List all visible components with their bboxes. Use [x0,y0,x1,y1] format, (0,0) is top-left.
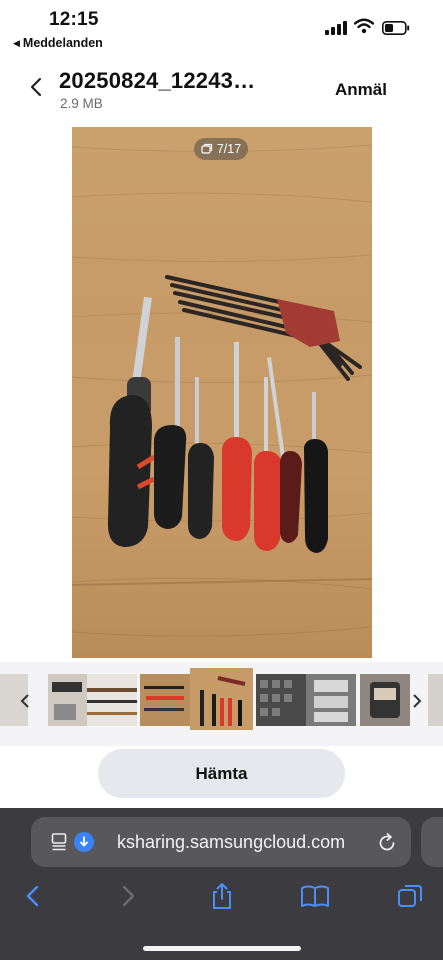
status-time: 12:15 [49,9,99,30]
main-photo[interactable] [72,127,372,658]
browser-back-icon[interactable] [18,881,48,911]
report-button[interactable]: Anmäl [335,80,387,100]
thumbnail-selected[interactable] [190,668,253,730]
browser-forward-icon[interactable] [113,881,143,911]
download-button[interactable]: Hämta [98,749,345,798]
next-tab-peek[interactable] [421,817,443,867]
file-header: 20250824_12243… 2.9 MB Anmäl [0,58,443,124]
download-progress-icon[interactable] [73,831,95,853]
thumbnail[interactable] [87,674,137,726]
back-to-app-link[interactable]: ◀ Meddelanden [13,36,103,50]
thumbnail[interactable] [360,674,410,726]
home-indicator [143,946,301,951]
image-counter-text: 7/17 [216,142,242,156]
back-chevron-icon[interactable] [26,76,48,98]
thumbnail[interactable] [306,674,356,726]
thumbnail[interactable] [140,674,190,726]
thumbnail[interactable] [428,674,443,726]
address-bar[interactable]: ksharing.samsungcloud.com [31,817,411,867]
image-stack-icon [201,143,212,154]
thumbnail-next-icon[interactable] [410,692,424,710]
share-icon[interactable] [207,881,237,911]
tabs-icon[interactable] [395,881,425,911]
bookmarks-icon[interactable] [300,881,330,911]
back-triangle-icon: ◀ [13,38,20,48]
image-counter: 7/17 [194,138,248,160]
url-text[interactable]: ksharing.samsungcloud.com [117,832,345,853]
thumbnail[interactable] [256,674,306,726]
signal-icon [325,21,347,35]
reader-icon[interactable] [51,832,71,852]
thumbnail-strip [0,662,443,746]
file-size: 2.9 MB [60,96,103,111]
file-name: 20250824_12243… [59,68,256,93]
browser-toolbar: ksharing.samsungcloud.com [0,808,443,960]
wifi-icon [354,18,374,34]
status-bar: 12:15 ◀ Meddelanden [0,0,443,56]
back-app-label: Meddelanden [22,36,103,50]
battery-icon [382,21,410,35]
tools-photo-illustration [72,144,372,637]
reload-icon[interactable] [376,832,398,854]
thumbnail-prev-icon[interactable] [18,692,32,710]
